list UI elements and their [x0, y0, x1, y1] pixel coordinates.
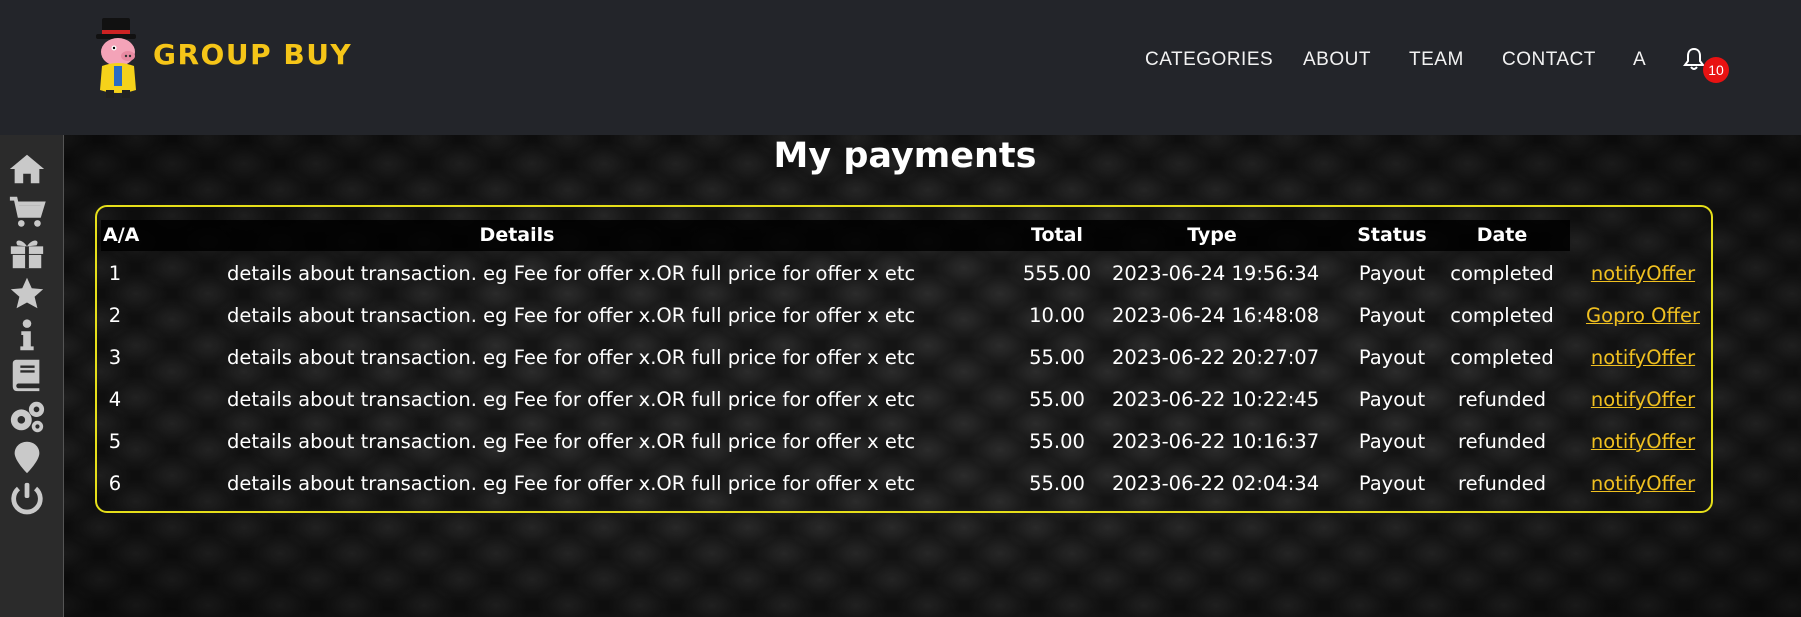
header-type: Type — [1187, 224, 1237, 246]
cell-total: 10.00 — [1029, 304, 1085, 327]
cell-aa: 5 — [108, 430, 122, 453]
cell-type: 2023-06-22 10:22:45 — [1112, 388, 1320, 411]
cell-type: 2023-06-24 19:56:34 — [1112, 262, 1320, 285]
cell-status: Payout — [1358, 262, 1426, 285]
table-row: 5 details about transaction. eg Fee for o… — [97, 430, 1711, 472]
cell-type: 2023-06-24 16:48:08 — [1112, 304, 1320, 327]
cell-type: 2023-06-22 20:27:07 — [1112, 346, 1320, 369]
cell-aa: 2 — [108, 304, 122, 327]
top-header: GROUP BUY CATEGORIES ABOUT TEAM CONTACT … — [0, 0, 1801, 135]
page-title: My payments — [773, 136, 1037, 176]
cell-aa: 1 — [108, 262, 122, 285]
cell-aa: 6 — [108, 472, 122, 495]
nav-about[interactable]: ABOUT — [1303, 49, 1371, 71]
cell-offer-link[interactable]: notifyOffer — [1577, 262, 1709, 285]
cell-offer-link[interactable]: notifyOffer — [1577, 346, 1709, 369]
cell-status: Payout — [1358, 388, 1426, 411]
cell-total: 55.00 — [1029, 388, 1085, 411]
cell-total: 555.00 — [1022, 262, 1092, 285]
home-icon[interactable] — [5, 149, 49, 189]
left-sidebar — [0, 135, 64, 617]
cell-status: Payout — [1358, 304, 1426, 327]
payments-table: A/A Details Total Type Status Date 1 deta… — [95, 205, 1713, 513]
table-row: 4 details about transaction. eg Fee for o… — [97, 388, 1711, 430]
notification-bell-icon[interactable] — [1683, 47, 1705, 71]
brand-name[interactable]: GROUP BUY — [153, 38, 352, 71]
gears-icon[interactable] — [5, 397, 49, 437]
cell-aa: 4 — [108, 388, 122, 411]
cell-status: Payout — [1358, 472, 1426, 495]
table-row: 1 details about transaction. eg Fee for o… — [97, 262, 1711, 304]
cell-details: details about transaction. eg Fee for of… — [227, 346, 916, 369]
cell-date: refunded — [1458, 472, 1546, 495]
gift-icon[interactable] — [5, 233, 49, 273]
cart-icon[interactable] — [5, 192, 49, 232]
cell-details: details about transaction. eg Fee for of… — [227, 388, 916, 411]
cell-date: refunded — [1458, 388, 1546, 411]
table-row: 6 details about transaction. eg Fee for o… — [97, 472, 1711, 514]
header-details: Details — [479, 224, 555, 246]
header-status: Status — [1357, 224, 1427, 246]
cell-status: Payout — [1358, 430, 1426, 453]
cell-date: refunded — [1458, 430, 1546, 453]
pig-mascot-logo[interactable] — [92, 16, 146, 100]
nav-account[interactable]: A — [1633, 49, 1646, 71]
nav-contact[interactable]: CONTACT — [1502, 49, 1596, 71]
table-row: 2 details about transaction. eg Fee for o… — [97, 304, 1711, 346]
cell-status: Payout — [1358, 346, 1426, 369]
cell-date: completed — [1450, 262, 1554, 285]
main-content: My payments A/A Details Total Type Statu… — [64, 135, 1801, 617]
cell-total: 55.00 — [1029, 346, 1085, 369]
cell-details: details about transaction. eg Fee for of… — [227, 472, 916, 495]
nav-categories[interactable]: CATEGORIES — [1145, 49, 1273, 71]
cell-type: 2023-06-22 10:16:37 — [1112, 430, 1320, 453]
cell-aa: 3 — [108, 346, 122, 369]
cell-details: details about transaction. eg Fee for of… — [227, 430, 916, 453]
cell-offer-link[interactable]: Gopro Offer — [1577, 304, 1709, 327]
header-total: Total — [1031, 224, 1083, 246]
cell-offer-link[interactable]: notifyOffer — [1577, 430, 1709, 453]
cell-offer-link[interactable]: notifyOffer — [1577, 388, 1709, 411]
cell-details: details about transaction. eg Fee for of… — [227, 304, 916, 327]
book-icon[interactable] — [5, 355, 49, 395]
cell-date: completed — [1450, 304, 1554, 327]
nav-team[interactable]: TEAM — [1409, 49, 1464, 71]
table-row: 3 details about transaction. eg Fee for o… — [97, 346, 1711, 388]
cell-date: completed — [1450, 346, 1554, 369]
header-date: Date — [1476, 224, 1528, 246]
info-icon[interactable] — [5, 315, 49, 355]
cell-total: 55.00 — [1029, 430, 1085, 453]
cell-offer-link[interactable]: notifyOffer — [1577, 472, 1709, 495]
star-icon[interactable] — [5, 273, 49, 313]
cell-total: 55.00 — [1029, 472, 1085, 495]
cell-type: 2023-06-22 02:04:34 — [1112, 472, 1320, 495]
cell-details: details about transaction. eg Fee for of… — [227, 262, 916, 285]
power-icon[interactable] — [5, 479, 49, 519]
notification-count-badge[interactable]: 10 — [1703, 57, 1729, 83]
header-aa: A/A — [103, 224, 140, 246]
location-pin-icon[interactable] — [5, 437, 49, 477]
